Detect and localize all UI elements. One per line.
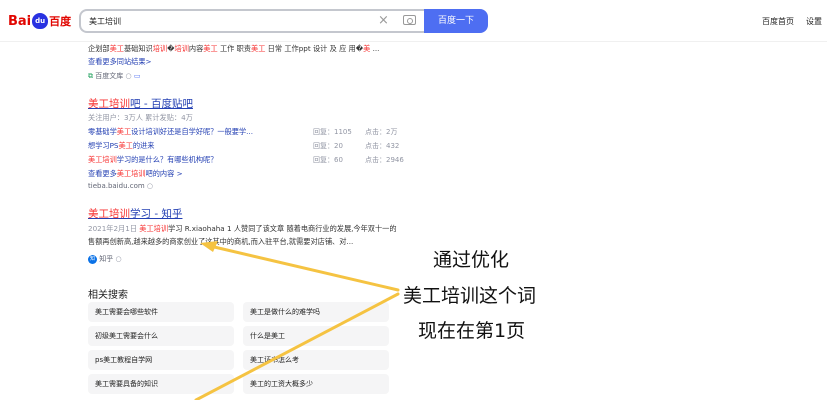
info-icon: ○: [125, 72, 132, 80]
click-count: 点击：2946: [365, 156, 404, 164]
related-search-item[interactable]: 美工的工资大概多少: [243, 374, 389, 394]
annotation-line-1: 通过优化: [433, 249, 510, 271]
result1-source[interactable]: ⧉ 百度文库 ○ ▭: [88, 71, 140, 81]
baidu-logo[interactable]: Bai du 百度: [8, 12, 71, 30]
zhihu-icon: 知: [88, 254, 97, 264]
voucher-icon: ▭: [133, 72, 141, 80]
related-search-item[interactable]: 初级美工需要会什么: [88, 326, 234, 346]
arrow-line: [208, 244, 400, 292]
tieba-row[interactable]: 零基础学美工设计培训好还是自学好呢？一般要学...: [88, 127, 253, 137]
reply-count: 回复：20: [313, 142, 343, 150]
wenku-icon: ⧉: [88, 72, 93, 80]
related-search-item[interactable]: ps美工教程自学网: [88, 350, 234, 370]
paw-icon: du: [32, 13, 49, 29]
tieba-row[interactable]: 美工培训学习的是什么？有哪些机构呢？: [88, 155, 217, 165]
related-search-item[interactable]: 美工需要会哪些软件: [88, 302, 234, 322]
result1-more-link[interactable]: 查看更多同站结果>: [88, 57, 152, 67]
result3-source[interactable]: 知 知乎 ○: [88, 254, 122, 264]
close-icon[interactable]: ×: [378, 12, 389, 30]
tieba-row[interactable]: 想学习PS美工的进来: [88, 141, 154, 151]
annotation-line-2: 美工培训这个词: [403, 285, 537, 307]
result3-title[interactable]: 美工培训学习 - 知乎: [88, 206, 182, 221]
info-icon: ○: [115, 255, 122, 263]
logo-bai: Bai: [8, 13, 32, 29]
related-search-item[interactable]: 什么是美工: [243, 326, 389, 346]
related-search-item[interactable]: 美工证书怎么考: [243, 350, 389, 370]
settings-link[interactable]: 设置: [806, 16, 822, 27]
reply-count: 回复：1105: [313, 128, 352, 136]
logo-cn: 百度: [49, 15, 72, 28]
search-header: Bai du 百度 × 百度一下 百度首页 设置: [0, 0, 827, 42]
result2-meta: 关注用户：3万人 累计发贴：4万: [88, 113, 193, 122]
result2-source[interactable]: tieba.baidu.com ○: [88, 182, 153, 190]
camera-icon[interactable]: [403, 15, 416, 25]
click-count: 点击：2万: [365, 128, 398, 136]
result2-title[interactable]: 美工培训吧 - 百度贴吧: [88, 96, 193, 111]
annotation-line-3: 现在在第1页: [418, 320, 526, 342]
search-input[interactable]: [89, 14, 359, 28]
reply-count: 回复：60: [313, 156, 343, 164]
click-count: 点击：432: [365, 142, 400, 150]
related-search-item[interactable]: 美工是做什么的难学吗: [243, 302, 389, 322]
home-link[interactable]: 百度首页: [762, 16, 794, 27]
info-icon: ○: [146, 182, 154, 190]
related-searches-title: 相关搜索: [88, 290, 128, 301]
result3-snippet: 2021年2月1日 美工培训学习 R.xiaohaha 1 人赞同了该文章 随着…: [88, 224, 397, 233]
result3-snippet-2: 售额再创新高,越来越多的商家创业了这其中的商机,而入驻平台,就需要对店铺、对..…: [88, 237, 354, 246]
result1-snippet: 企划部美工基础知识培训�培训内容美工 工作 职责美工 日常 工作ppt 设计 及…: [88, 44, 380, 53]
search-button[interactable]: 百度一下: [424, 9, 488, 33]
related-search-item[interactable]: 美工需要具备的知识: [88, 374, 234, 394]
search-box[interactable]: ×: [79, 9, 424, 33]
result2-more-link[interactable]: 查看更多美工培训吧的内容 >: [88, 169, 183, 179]
